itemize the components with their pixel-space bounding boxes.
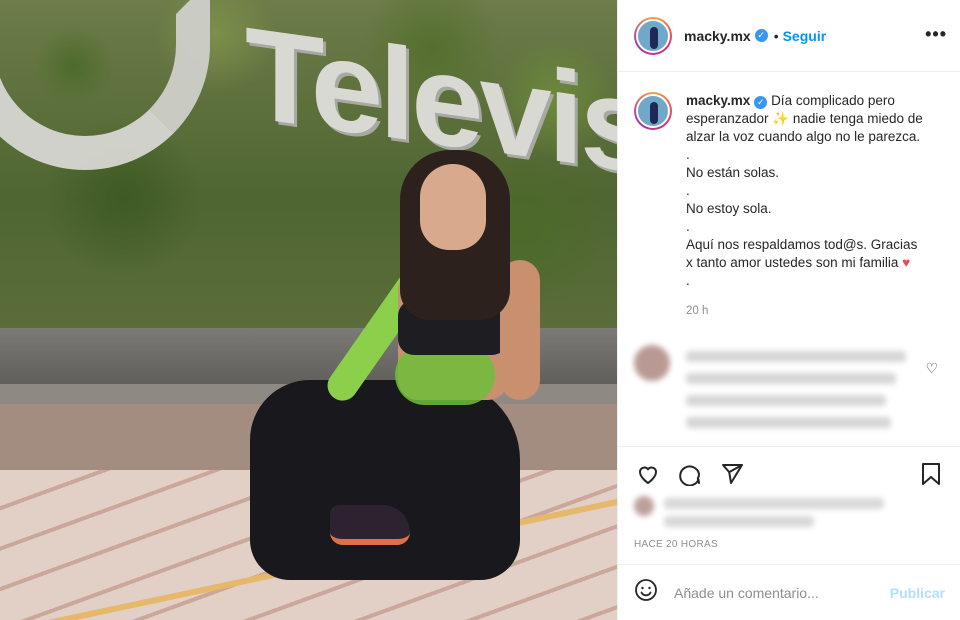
caption-line: .	[686, 147, 690, 162]
blurred-text	[664, 498, 884, 509]
blurred-text	[664, 516, 814, 527]
woman-figure	[230, 150, 560, 590]
caption-username[interactable]: macky.mx	[686, 93, 750, 108]
caption-text: x tanto amor ustedes son mi familia	[686, 255, 899, 270]
liker-avatar	[634, 496, 654, 516]
caption-body: macky.mx ✓ Día complicado pero esperanzad…	[686, 92, 923, 320]
blurred-text	[686, 417, 891, 428]
face	[420, 164, 486, 250]
avatar-image	[636, 94, 670, 128]
blurred-text	[686, 395, 886, 406]
heart-icon[interactable]	[634, 460, 662, 488]
broken-heart-icon: ♥	[902, 255, 911, 270]
emoji-icon[interactable]	[634, 578, 662, 608]
more-options-icon[interactable]: •••	[925, 24, 947, 45]
post-header: macky.mx ✓ • Seguir •••	[618, 0, 960, 72]
caption-line: Aquí nos respaldamos tod@s. Gracias	[686, 237, 918, 252]
caption-line: macky.mx ✓ Día complicado pero	[686, 92, 923, 110]
leggings	[250, 380, 520, 580]
blurred-text	[686, 373, 896, 384]
follow-button[interactable]: Seguir	[783, 28, 827, 44]
caption-line: .	[686, 183, 690, 198]
bookmark-icon[interactable]	[917, 460, 945, 488]
caption-avatar[interactable]	[634, 92, 672, 130]
blurred-comment	[634, 345, 954, 445]
caption-line: No estoy sola.	[686, 201, 772, 216]
comment-like-heart-icon[interactable]: ♡	[925, 360, 938, 377]
blurred-text	[686, 351, 906, 362]
sparkles-icon: ✨	[772, 111, 790, 126]
caption-timestamp[interactable]: 20 h	[686, 302, 923, 320]
caption: macky.mx ✓ Día complicado pero esperanzad…	[634, 92, 954, 320]
caption-line: alzar la voz cuando algo no le parezca.	[686, 129, 921, 144]
avatar-image	[636, 18, 670, 53]
caption-text: Día complicado pero	[771, 93, 895, 108]
post-photo[interactable]: Televisa	[0, 0, 617, 620]
sneaker	[330, 505, 410, 545]
publish-button[interactable]: Publicar	[890, 585, 945, 601]
comment-avatar	[634, 345, 670, 381]
verified-badge-icon: ✓	[754, 96, 768, 109]
post-side-panel: macky.mx ✓ • Seguir ••• macky.mx ✓ Día co…	[617, 0, 960, 620]
caption-line: esperanzador ✨ nadie tenga miedo de	[686, 110, 923, 128]
caption-line: .	[686, 273, 690, 288]
caption-text: esperanzador	[686, 111, 769, 126]
caption-line: No están solas.	[686, 165, 780, 180]
comment-icon[interactable]	[676, 460, 704, 488]
avatar[interactable]	[634, 16, 672, 55]
comment-bar: Publicar	[618, 564, 960, 620]
post-time-ago[interactable]: HACE 20 HORAS	[634, 539, 718, 550]
caption-line: x tanto amor ustedes son mi familia ♥	[686, 254, 923, 272]
blurred-likes	[634, 494, 894, 528]
share-icon[interactable]	[718, 460, 746, 488]
separator: •	[773, 27, 779, 44]
caption-line: .	[686, 219, 690, 234]
username[interactable]: macky.mx	[684, 28, 751, 44]
action-bar	[618, 446, 960, 501]
caption-text: nadie tenga miedo de	[792, 111, 923, 126]
comment-input[interactable]	[674, 584, 884, 601]
verified-badge-icon: ✓	[754, 29, 768, 42]
